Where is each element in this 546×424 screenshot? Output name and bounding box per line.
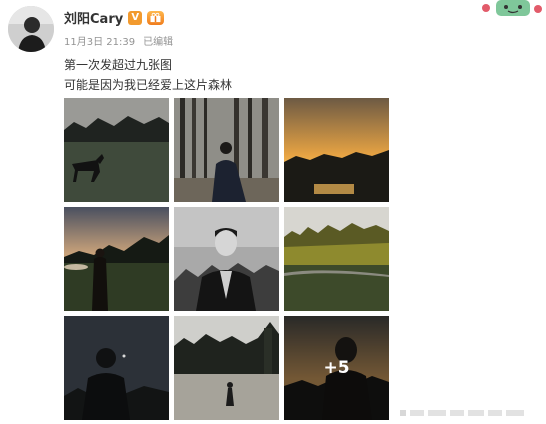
- avatar[interactable]: [8, 6, 54, 52]
- photo-3[interactable]: [284, 98, 389, 202]
- post-meta: 11月3日 21:39 已编辑: [64, 33, 173, 48]
- post-text-line-1: 第一次发超过九张图: [64, 58, 173, 72]
- decorative-sticker: [480, 0, 546, 20]
- more-photos-count: +5: [323, 358, 350, 378]
- photo-grid: +5: [64, 98, 389, 420]
- watermark: [400, 405, 530, 419]
- post-date[interactable]: 11月3日 21:39: [64, 33, 135, 48]
- photo-8[interactable]: [174, 316, 279, 420]
- edited-label: 已编辑: [143, 37, 174, 48]
- verified-badge: V: [128, 10, 143, 25]
- username-row: 刘阳Cary V: [64, 8, 165, 27]
- photo-1[interactable]: [64, 98, 169, 202]
- photo-6[interactable]: [284, 207, 389, 311]
- gift-icon: [147, 10, 165, 25]
- photo-5[interactable]: [174, 207, 279, 311]
- photo-4[interactable]: [64, 207, 169, 311]
- username[interactable]: 刘阳Cary: [64, 8, 123, 27]
- photo-9-more[interactable]: +5: [284, 316, 389, 420]
- post-text-line-2: 可能是因为我已经爱上这片森林: [64, 78, 233, 92]
- photo-7[interactable]: [64, 316, 169, 420]
- photo-2[interactable]: [174, 98, 279, 202]
